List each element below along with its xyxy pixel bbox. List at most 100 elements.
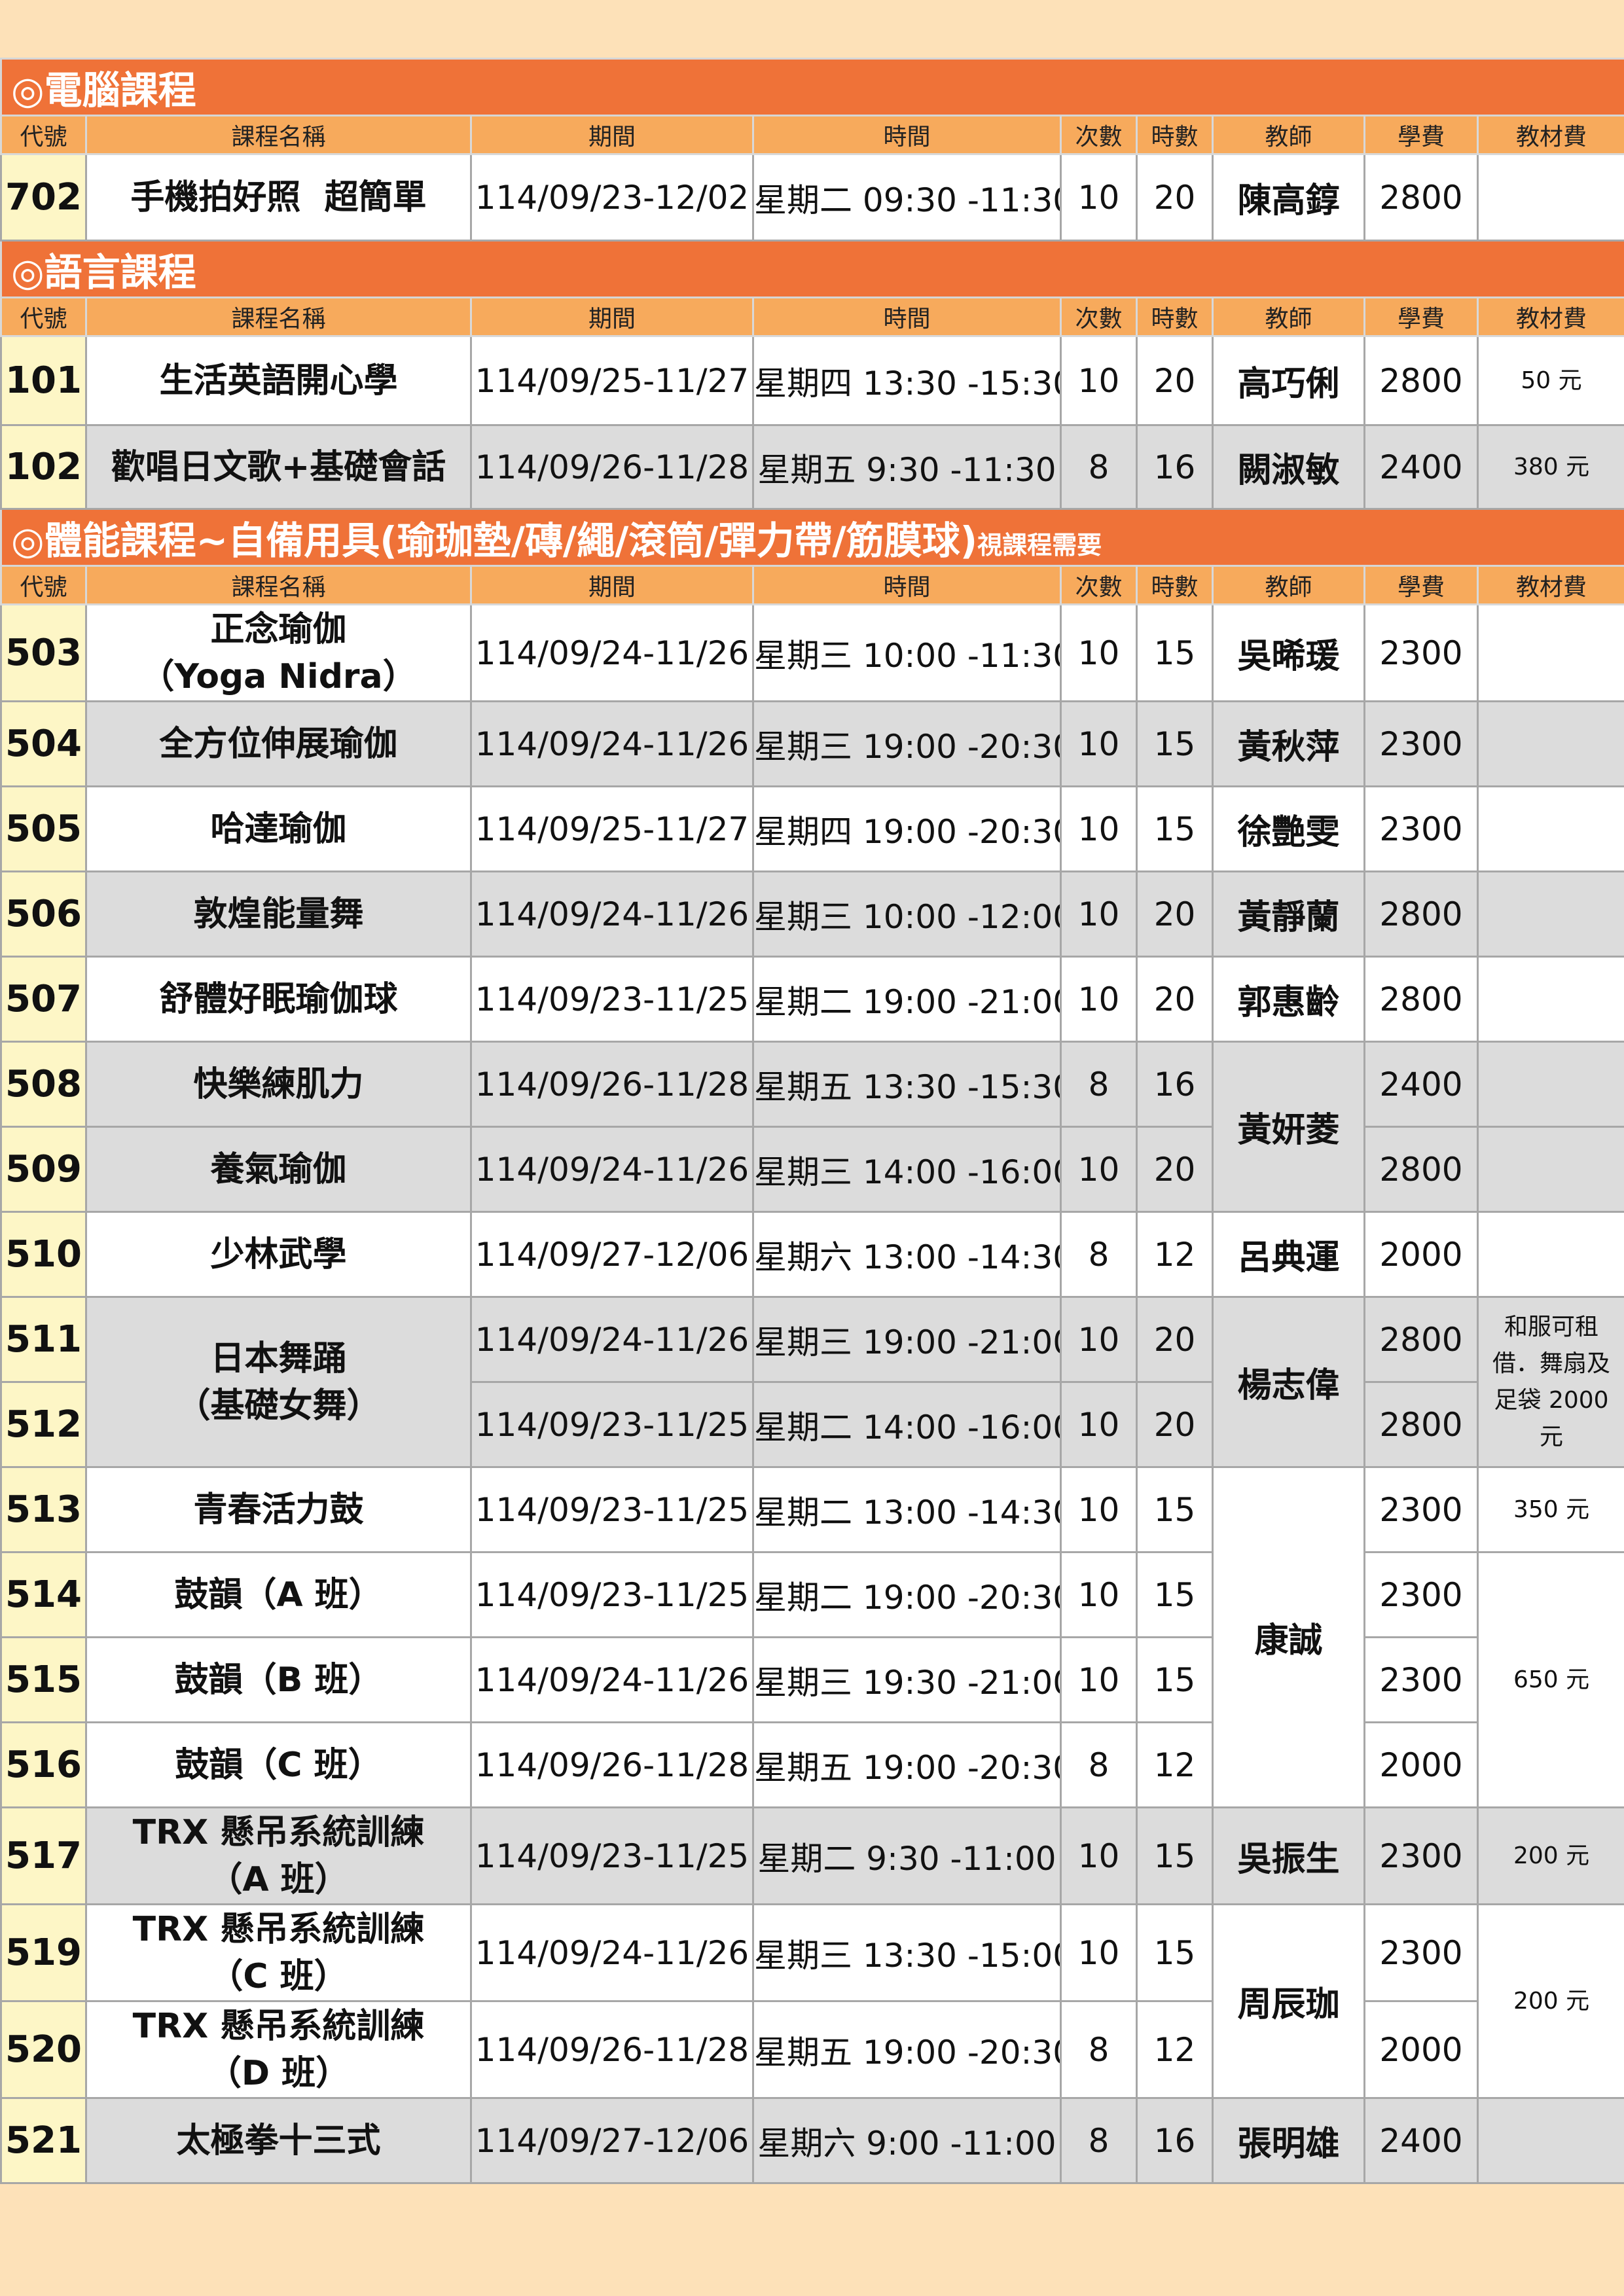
course-code: 505 — [0, 785, 87, 872]
table-row: 504 全方位伸展瑜伽 114/09/24-11/26 星期三 19:00 -2… — [0, 700, 1624, 787]
course-teacher: 周辰珈 — [1212, 1903, 1365, 2099]
course-time: 星期六 13:00 -14:30 — [752, 1211, 1062, 1298]
course-fee: 2000 — [1363, 2000, 1479, 2099]
course-fee: 2300 — [1363, 700, 1479, 787]
course-time: 星期三 10:00 -12:00 — [752, 870, 1062, 958]
course-name: 日本舞踊 （基礎女舞） — [85, 1296, 472, 1468]
header-sessions: 次數 — [1060, 565, 1138, 605]
course-fee: 2400 — [1363, 1041, 1479, 1128]
table-row: 521 太極拳十三式 114/09/27-12/06 星期六 9:00 -11:… — [0, 2097, 1624, 2184]
course-period: 114/09/23-11/25 — [470, 1806, 754, 1905]
course-time: 星期三 19:00 -21:00 — [752, 1296, 1062, 1383]
course-fee: 2300 — [1363, 603, 1479, 702]
course-fee: 2800 — [1363, 335, 1479, 426]
course-sessions: 8 — [1060, 1041, 1138, 1128]
course-sessions: 10 — [1060, 335, 1138, 426]
course-teacher: 黃妍菱 — [1212, 1041, 1365, 1213]
course-sessions: 10 — [1060, 1126, 1138, 1213]
course-schedule-page: ◎電腦課程 代號 課程名稱 期間 時間 次數 時數 教師 學費 教材費 702 … — [0, 58, 1624, 2184]
course-hours: 15 — [1136, 1551, 1214, 1638]
course-period: 114/09/24-11/26 — [470, 1296, 754, 1383]
course-sessions: 10 — [1060, 1381, 1138, 1468]
course-code: 514 — [0, 1551, 87, 1638]
header-period: 期間 — [470, 565, 754, 605]
course-fee: 2400 — [1363, 2097, 1479, 2184]
course-name: TRX 懸吊系統訓練 （A 班） — [85, 1806, 472, 1905]
course-period: 114/09/27-12/06 — [470, 2097, 754, 2184]
table-row: 102 歡唱日文歌+基礎會話 114/09/26-11/28 星期五 9:30 … — [0, 424, 1624, 510]
header-hours: 時數 — [1136, 115, 1214, 155]
header-period: 期間 — [470, 115, 754, 155]
section-title-fitness-text: ◎體能課程~自備用具(瑜珈墊/磚/繩/滾筒/彈力帶/筋膜球) — [11, 518, 978, 563]
section-title-language: ◎語言課程 — [0, 240, 1624, 298]
course-hours: 15 — [1136, 1466, 1214, 1553]
header-sessions: 次數 — [1060, 115, 1138, 155]
course-period: 114/09/27-12/06 — [470, 1211, 754, 1298]
course-code: 521 — [0, 2097, 87, 2184]
course-period: 114/09/25-11/27 — [470, 785, 754, 872]
course-teacher: 陳高錞 — [1212, 153, 1365, 242]
course-name-line2: （A 班） — [208, 1859, 349, 1899]
course-period: 114/09/23-11/25 — [470, 1466, 754, 1553]
header-time: 時間 — [752, 565, 1062, 605]
course-material: 200 元 — [1476, 1806, 1624, 1905]
course-hours: 20 — [1136, 1381, 1214, 1468]
course-hours: 16 — [1136, 2097, 1214, 2184]
course-teacher: 高巧俐 — [1212, 335, 1365, 426]
course-teacher: 楊志偉 — [1212, 1296, 1365, 1468]
course-hours: 20 — [1136, 956, 1214, 1043]
table-row: 702 手機拍好照 超簡單 114/09/23-12/02 星期二 09:30 … — [0, 153, 1624, 242]
course-material — [1476, 153, 1624, 242]
table-row: 506 敦煌能量舞 114/09/24-11/26 星期三 10:00 -12:… — [0, 870, 1624, 958]
course-fee: 2000 — [1363, 1721, 1479, 1808]
course-time: 星期三 14:00 -16:00 — [752, 1126, 1062, 1213]
course-time: 星期五 13:30 -15:30 — [752, 1041, 1062, 1128]
course-name: 鼓韻（A 班） — [85, 1551, 472, 1638]
course-material: 50 元 — [1476, 335, 1624, 426]
material-line1: 和服可租 — [1504, 1313, 1599, 1340]
course-period: 114/09/26-11/28 — [470, 2000, 754, 2099]
course-material — [1476, 603, 1624, 702]
course-period: 114/09/24-11/26 — [470, 1126, 754, 1213]
course-code: 519 — [0, 1903, 87, 2002]
course-name: 正念瑜伽 （Yoga Nidra） — [85, 603, 472, 702]
course-name: 全方位伸展瑜伽 — [85, 700, 472, 787]
course-sessions: 8 — [1060, 1721, 1138, 1808]
course-teacher: 呂典運 — [1212, 1211, 1365, 1298]
header-code: 代號 — [0, 565, 87, 605]
course-code: 504 — [0, 700, 87, 787]
table-row: 509 養氣瑜伽 114/09/24-11/26 星期三 14:00 -16:0… — [0, 1126, 1624, 1213]
course-time: 星期二 9:30 -11:00 — [752, 1806, 1062, 1905]
course-hours: 16 — [1136, 1041, 1214, 1128]
header-material: 教材費 — [1476, 115, 1624, 155]
course-name: TRX 懸吊系統訓練 （C 班） — [85, 1903, 472, 2002]
course-teacher: 黃靜蘭 — [1212, 870, 1365, 958]
course-teacher: 黃秋萍 — [1212, 700, 1365, 787]
header-teacher: 教師 — [1212, 115, 1365, 155]
course-code: 510 — [0, 1211, 87, 1298]
course-fee: 2300 — [1363, 1903, 1479, 2002]
course-hours: 15 — [1136, 785, 1214, 872]
course-name-line1: TRX 懸吊系統訓練 — [132, 2006, 425, 2046]
course-code: 520 — [0, 2000, 87, 2099]
course-sessions: 8 — [1060, 2000, 1138, 2099]
course-code: 503 — [0, 603, 87, 702]
course-code: 517 — [0, 1806, 87, 1905]
course-name: 快樂練肌力 — [85, 1041, 472, 1128]
course-time: 星期三 13:30 -15:00 — [752, 1903, 1062, 2002]
table-row: 505 哈達瑜伽 114/09/25-11/27 星期四 19:00 -20:3… — [0, 785, 1624, 872]
course-material — [1476, 1041, 1624, 1128]
header-fee: 學費 — [1363, 296, 1479, 337]
course-fee: 2800 — [1363, 956, 1479, 1043]
course-name: 生活英語開心學 — [85, 335, 472, 426]
course-code: 512 — [0, 1381, 87, 1468]
header-row: 代號 課程名稱 期間 時間 次數 時數 教師 學費 教材費 — [0, 115, 1624, 155]
header-course-name: 課程名稱 — [85, 296, 472, 337]
course-teacher: 吳晞瑗 — [1212, 603, 1365, 702]
header-material: 教材費 — [1476, 296, 1624, 337]
section-title-computer: ◎電腦課程 — [0, 58, 1624, 117]
course-code: 509 — [0, 1126, 87, 1213]
course-sessions: 8 — [1060, 424, 1138, 510]
course-period: 114/09/25-11/27 — [470, 335, 754, 426]
section-title-fitness: ◎體能課程~自備用具(瑜珈墊/磚/繩/滾筒/彈力帶/筋膜球)視課程需要 — [0, 508, 1624, 567]
